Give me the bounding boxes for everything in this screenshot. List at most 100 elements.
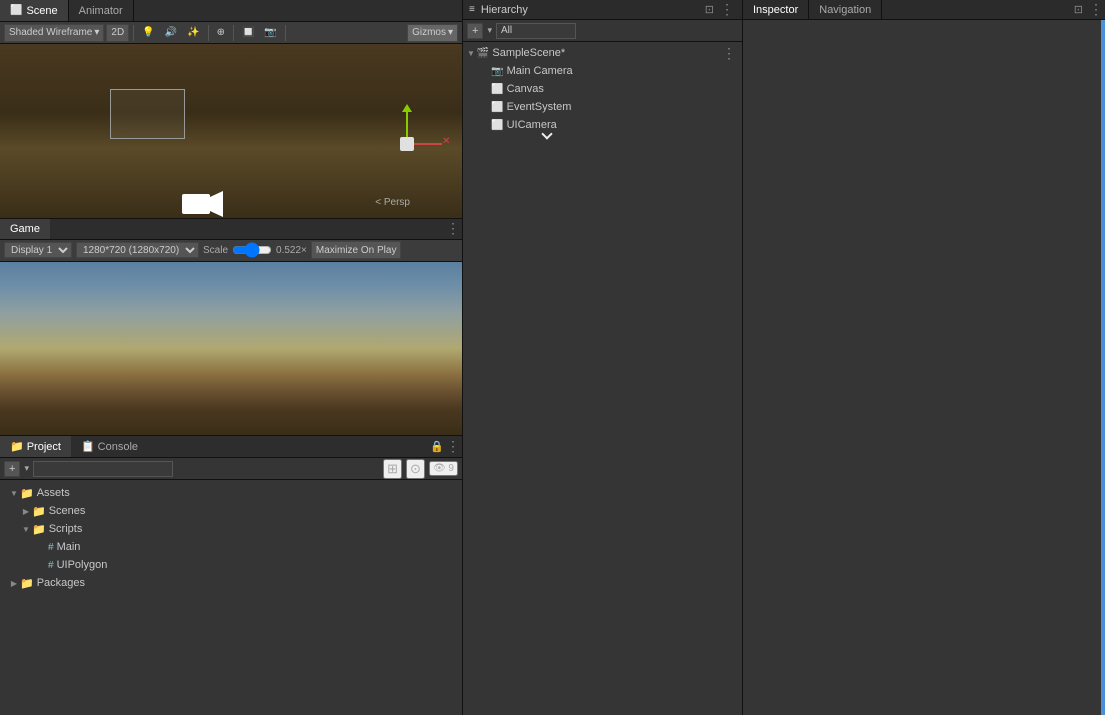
toolbar-divider-3: [233, 25, 234, 41]
tab-console[interactable]: 📋 Console: [71, 436, 148, 457]
gizmo-center: ✕: [400, 137, 414, 151]
transform-tools-btn[interactable]: ⊕: [213, 24, 229, 42]
sort-icon-btn[interactable]: ⊙: [406, 459, 425, 479]
scene-toolbar: Shaded Wireframe ▾ 2D 💡 🔊 ✨ ⊕ 🔲 📷 Gizmos…: [0, 22, 462, 44]
hierarchy-header: ≡ Hierarchy ⊡ ⋮: [463, 0, 742, 20]
packages-folder-icon: 📁: [20, 577, 34, 590]
camera-hierarchy-icon: 📷: [491, 66, 503, 77]
right-panel-maximize[interactable]: ⊡: [1070, 3, 1087, 16]
packages-folder[interactable]: ▶ 📁 Packages: [0, 574, 462, 592]
toolbar-divider-4: [285, 25, 286, 41]
2d-toggle-btn[interactable]: 2D: [106, 24, 129, 42]
tab-animator[interactable]: Animator: [69, 0, 134, 21]
main-script-icon: #: [48, 542, 54, 553]
perspective-label: < Persp: [375, 197, 410, 208]
hierarchy-canvas[interactable]: ▶ ⬜ Canvas: [463, 80, 742, 98]
resolution-select[interactable]: 1280*720 (1280x720): [76, 242, 199, 258]
hierarchy-add-btn[interactable]: +: [467, 23, 483, 39]
hierarchy-eventsystem[interactable]: ▶ ⬜ EventSystem: [463, 98, 742, 116]
uipolygon-script[interactable]: # UIPolygon: [0, 556, 462, 574]
hierarchy-filter-input[interactable]: [496, 23, 576, 39]
scene-background: [0, 44, 462, 218]
scenes-folder[interactable]: ▶ 📁 Scenes: [0, 502, 462, 520]
toolbar-divider-1: [133, 25, 134, 41]
game-viewport: [0, 262, 462, 436]
project-content: ▼ 📁 Assets ▶ 📁 Scenes ▼ 📁 Scripts: [0, 480, 462, 715]
scene-arrow: ▼: [467, 49, 475, 58]
hierarchy-menu-icon[interactable]: ⋮: [718, 1, 736, 18]
right-panel-content: [743, 20, 1105, 715]
add-asset-btn[interactable]: +: [4, 461, 20, 477]
game-toolbar: Display 1 1280*720 (1280x720) Scale 0.52…: [0, 240, 462, 262]
game-background: [0, 262, 462, 436]
game-tabs-bar: Game ⋮: [0, 218, 462, 240]
filter-icon-btn[interactable]: ⊞: [383, 459, 402, 479]
chevron-down-icon: ▾: [94, 27, 99, 38]
tab-scene[interactable]: ⬜ Scene: [0, 0, 69, 21]
scale-slider[interactable]: [232, 244, 272, 256]
assets-arrow: ▼: [8, 489, 20, 498]
hierarchy-uicamera[interactable]: ▶ ⬜ UICamera: [463, 116, 742, 134]
assets-folder-icon: 📁: [20, 487, 34, 500]
bottom-panel: 📁 Project 📋 Console 🔒 ⋮ + ▾ ⊞ ⊙ 👁: [0, 435, 462, 715]
hierarchy-panel: ≡ Hierarchy ⊡ ⋮ + ▾ ▼ 🎬 SampleScene* ⋮ ▶: [463, 0, 743, 715]
scene-menu-icon[interactable]: ⋮: [720, 45, 738, 62]
packages-arrow: ▶: [8, 579, 20, 588]
uipolygon-script-icon: #: [48, 560, 54, 571]
hierarchy-main-camera[interactable]: ▶ 📷 Main Camera: [463, 62, 742, 80]
gizmo-container: ✕: [400, 104, 414, 151]
scripts-arrow: ▼: [20, 525, 32, 534]
gizmo-y-axis: [406, 112, 408, 137]
panel-lock-icon[interactable]: 🔒: [430, 440, 444, 453]
lighting-btn[interactable]: 💡: [138, 24, 158, 42]
gizmo-x-axis: [414, 143, 442, 145]
scenes-folder-icon: 📁: [32, 505, 46, 518]
hierarchy-panel-icon: ≡: [469, 4, 475, 15]
gizmos-btn[interactable]: Gizmos ▾: [407, 24, 458, 42]
right-panel: Inspector Navigation ⊡ ⋮: [743, 0, 1105, 715]
tab-project[interactable]: 📁 Project: [0, 436, 71, 457]
gizmos-chevron-icon: ▾: [448, 27, 453, 38]
scene-wireframe-object: [110, 89, 185, 139]
shading-mode-btn[interactable]: Shaded Wireframe ▾: [4, 24, 104, 42]
assets-root[interactable]: ▼ 📁 Assets: [0, 484, 462, 502]
scale-value: 0.522×: [276, 245, 307, 256]
layer-btn[interactable]: 🔲: [238, 24, 258, 42]
cursor-indicator: [463, 134, 742, 136]
game-tab-menu[interactable]: ⋮: [444, 220, 462, 237]
uicamera-hierarchy-icon: ⬜: [491, 120, 503, 131]
display-select[interactable]: Display 1: [4, 242, 72, 258]
view-icon-btn[interactable]: 👁 9: [429, 461, 458, 476]
panel-menu-icon[interactable]: ⋮: [444, 438, 462, 455]
hierarchy-scene-root[interactable]: ▼ 🎬 SampleScene* ⋮: [463, 44, 742, 62]
hierarchy-toolbar: + ▾: [463, 20, 742, 42]
navigation-accent-bar: [1101, 20, 1105, 715]
scripts-folder-icon: 📁: [32, 523, 46, 536]
maximize-on-play-btn[interactable]: Maximize On Play: [311, 241, 402, 259]
gizmo-y-arrowhead: [402, 104, 412, 112]
eventsystem-hierarchy-icon: ⬜: [491, 102, 503, 113]
toolbar-divider-2: [208, 25, 209, 41]
scene-icon: ⬜: [10, 5, 22, 16]
gizmo-x-cross: ✕: [442, 136, 450, 147]
audio-btn[interactable]: 🔊: [161, 24, 181, 42]
scale-label: Scale: [203, 245, 228, 256]
tab-inspector[interactable]: Inspector: [743, 0, 809, 19]
project-search-input[interactable]: [33, 461, 173, 477]
right-panel-header: Inspector Navigation ⊡ ⋮: [743, 0, 1105, 20]
camera-object: [180, 189, 225, 218]
project-tabs: 📁 Project 📋 Console 🔒 ⋮: [0, 436, 462, 458]
scenes-arrow: ▶: [20, 507, 32, 516]
scripts-folder[interactable]: ▼ 📁 Scripts: [0, 520, 462, 538]
right-panel-menu[interactable]: ⋮: [1087, 1, 1105, 18]
tab-game[interactable]: Game: [0, 219, 50, 239]
effects-btn[interactable]: ✨: [183, 24, 203, 42]
main-script[interactable]: # Main: [0, 538, 462, 556]
hierarchy-maximize-icon[interactable]: ⊡: [705, 3, 714, 16]
scene-icon: 🎬: [477, 48, 489, 59]
canvas-hierarchy-icon: ⬜: [491, 84, 503, 95]
tab-navigation[interactable]: Navigation: [809, 0, 882, 19]
hierarchy-content: ▼ 🎬 SampleScene* ⋮ ▶ 📷 Main Camera ▶ ⬜ C…: [463, 42, 742, 715]
scene-viewport: ✕ < Persp: [0, 44, 462, 218]
camera-btn[interactable]: 📷: [260, 24, 280, 42]
